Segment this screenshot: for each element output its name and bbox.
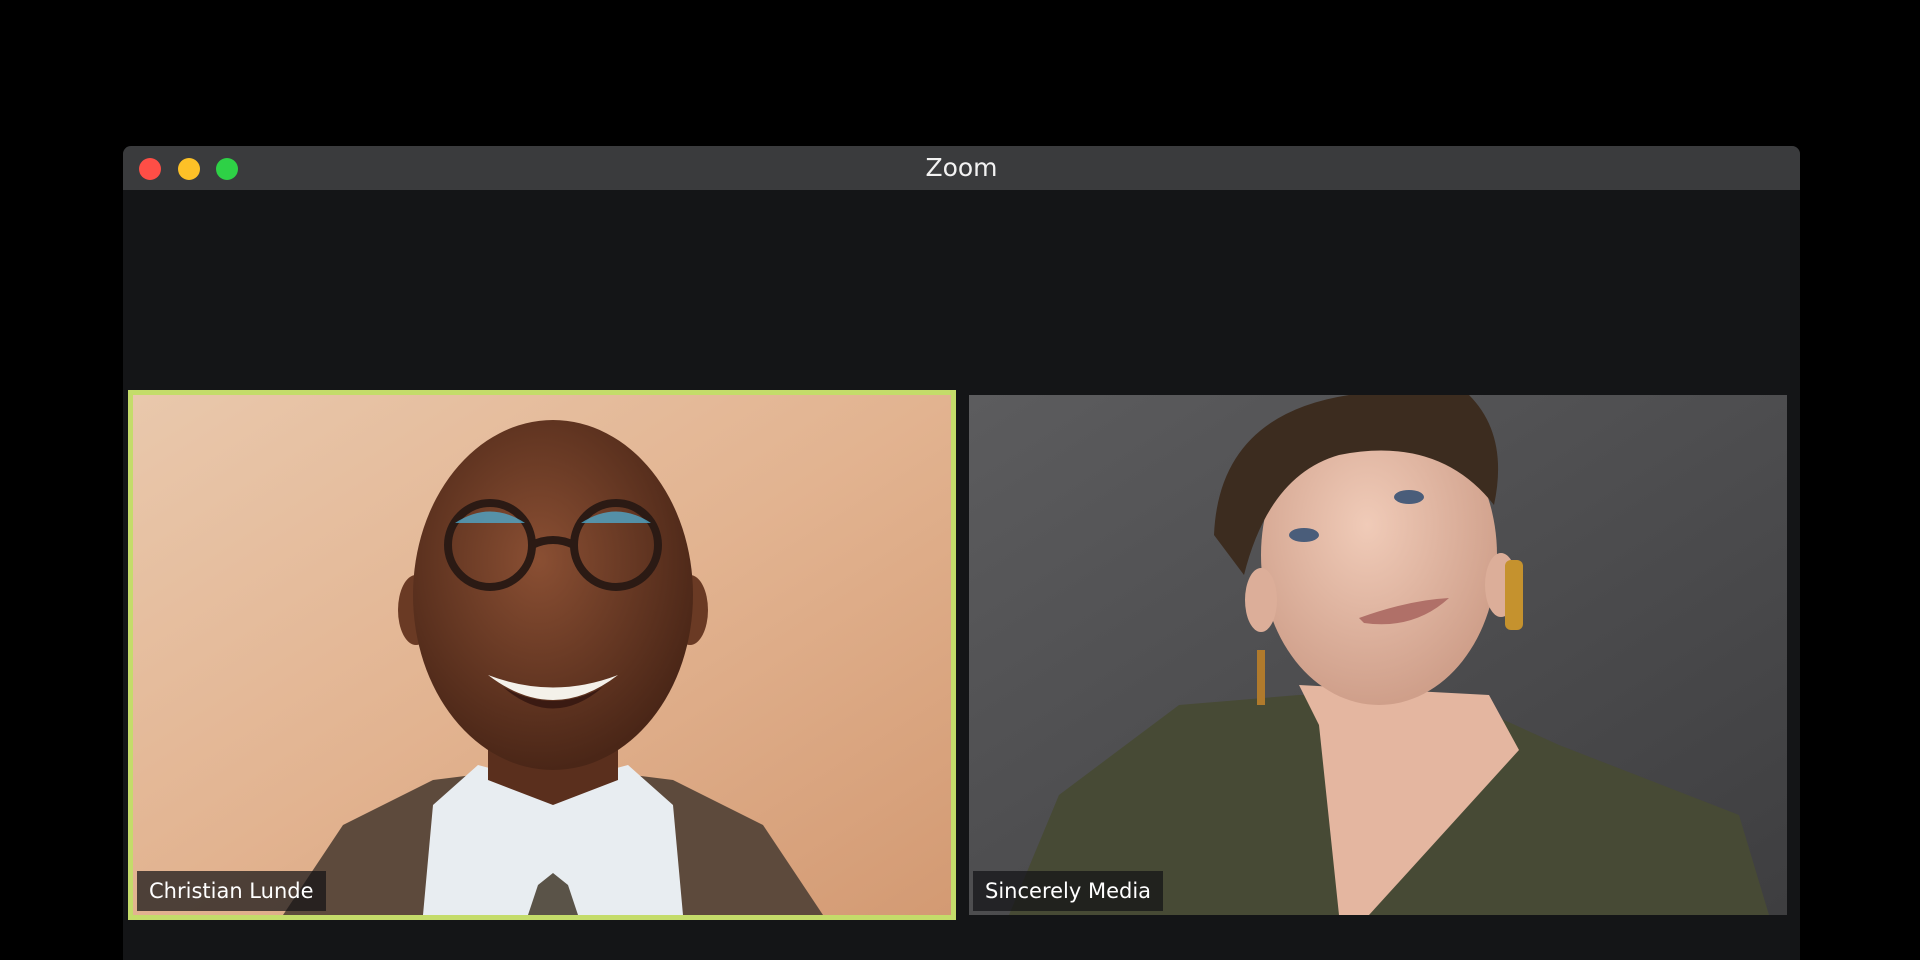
window-title: Zoom bbox=[925, 153, 998, 182]
participant-video bbox=[133, 395, 951, 915]
participant-name-label: Sincerely Media bbox=[973, 871, 1164, 911]
participant-video-tile[interactable]: Sincerely Media bbox=[969, 395, 1787, 915]
participant-video bbox=[969, 395, 1787, 915]
zoom-window: Zoom Christian Lunde Sincerely Media bbox=[123, 146, 1800, 960]
participant-video-tile[interactable]: Christian Lunde bbox=[128, 390, 956, 920]
title-bar[interactable]: Zoom bbox=[123, 146, 1800, 190]
participant-name-label: Christian Lunde bbox=[137, 871, 326, 911]
